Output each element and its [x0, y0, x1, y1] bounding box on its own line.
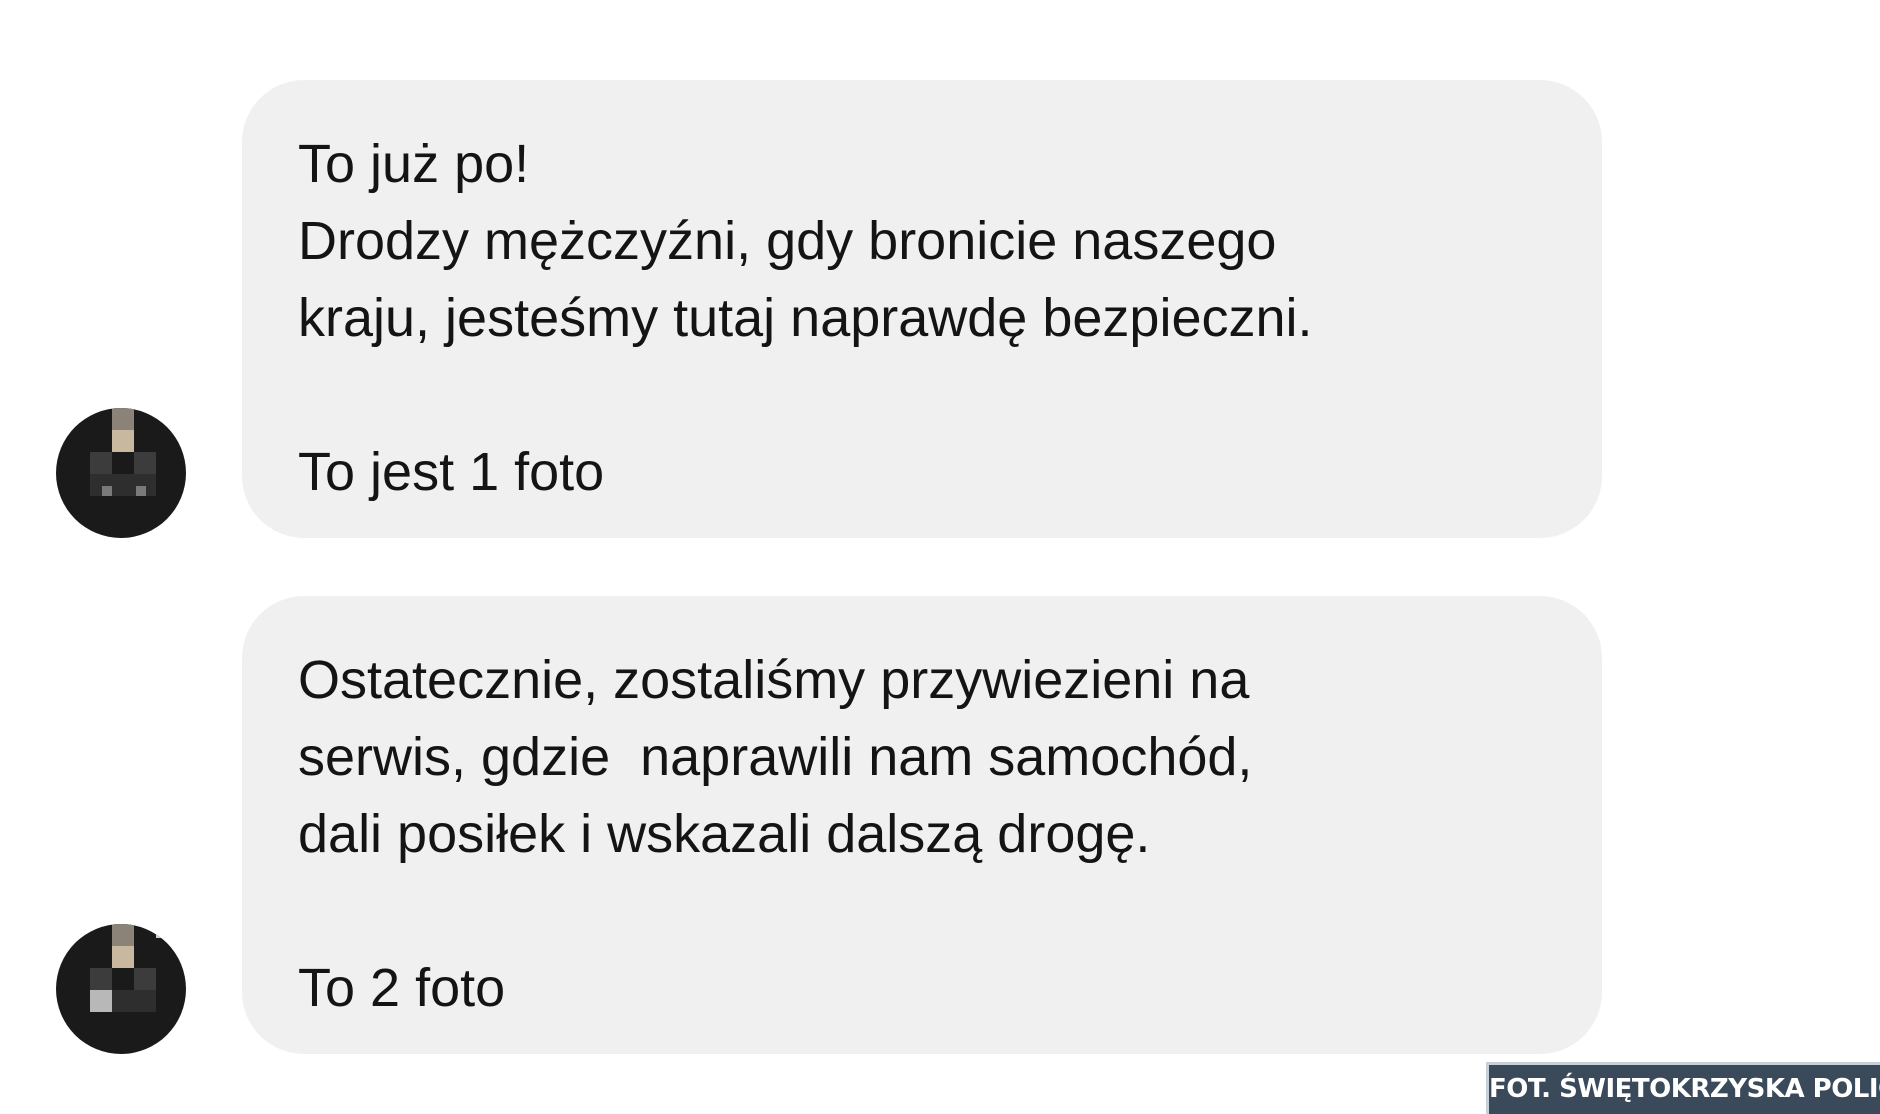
message-footer-text: To jest 1 foto — [298, 442, 605, 502]
avatar-pixel — [90, 474, 156, 496]
avatar-pixel — [112, 990, 156, 1012]
message-footer-text: To 2 foto — [298, 958, 506, 1018]
message-bubble[interactable]: Ostatecznie, zostaliśmy przywiezieni na … — [242, 596, 1602, 1054]
message-bubble[interactable]: To już po! Drodzy mężczyźni, gdy bronici… — [242, 80, 1602, 538]
avatar-pixel — [90, 968, 112, 990]
message-text-line: To już po! — [298, 134, 530, 194]
avatar-pixel — [112, 408, 134, 430]
message-text-line: serwis, gdzie naprawili nam samochód, — [298, 727, 1253, 787]
avatar-pixel — [156, 924, 170, 938]
avatar-pixel — [90, 452, 112, 474]
message-text-line: dali posiłek i wskazali dalszą drogę. — [298, 804, 1151, 864]
message-text-line: kraju, jesteśmy tutaj naprawdę bezpieczn… — [298, 288, 1313, 348]
avatar-pixel — [102, 486, 112, 496]
avatar-pixel — [134, 968, 156, 990]
avatar-pixel — [90, 990, 112, 1012]
sender-avatar[interactable] — [56, 408, 186, 538]
avatar-pixel — [134, 452, 156, 474]
message-spacer — [298, 357, 1546, 434]
message-text-line: Ostatecznie, zostaliśmy przywiezieni na — [298, 650, 1250, 710]
message-spacer — [298, 873, 1546, 950]
avatar-pixel — [112, 946, 134, 968]
photo-credit-label: FOT. ŚWIĘTOKRZYSKA POLICJA — [1486, 1062, 1880, 1114]
avatar-pixel — [112, 924, 134, 946]
avatar-pixel — [112, 430, 134, 452]
message-text-line: Drodzy mężczyźni, gdy bronicie naszego — [298, 211, 1277, 271]
sender-avatar[interactable] — [56, 924, 186, 1054]
avatar-pixel — [136, 486, 146, 496]
